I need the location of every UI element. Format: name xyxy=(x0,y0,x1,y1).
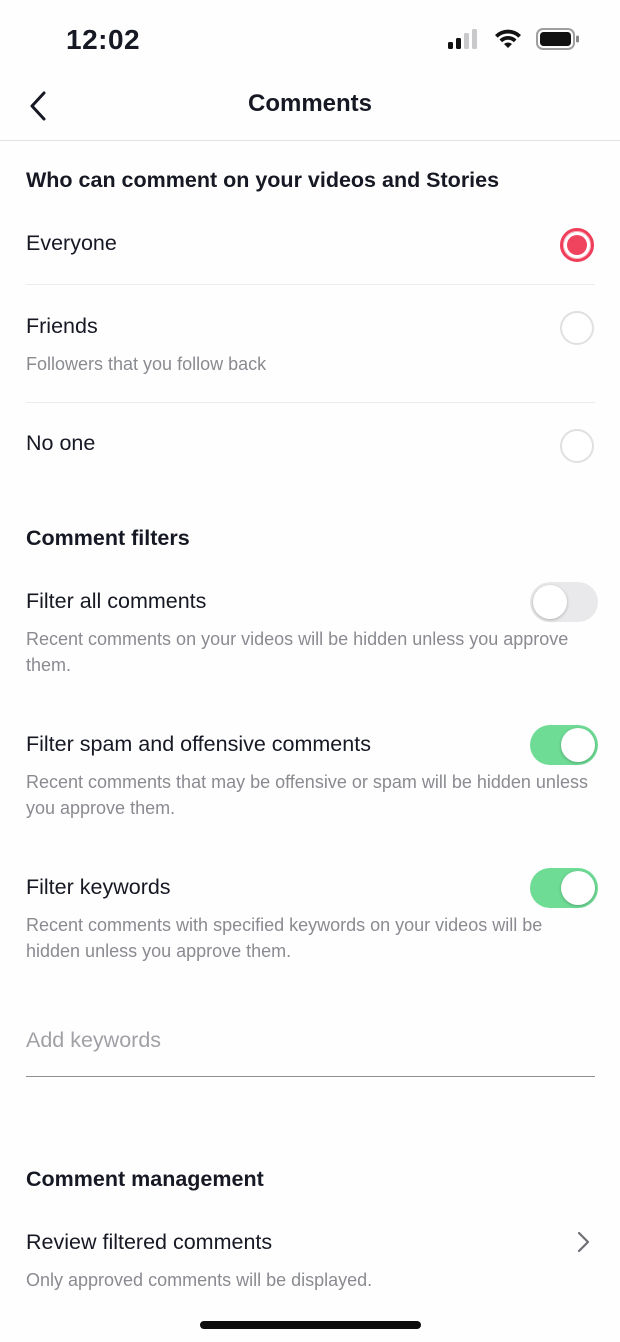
header: Comments xyxy=(0,70,620,141)
home-indicator xyxy=(200,1321,421,1329)
toggle-knob xyxy=(533,585,567,619)
keywords-input[interactable] xyxy=(26,1018,595,1053)
filter-keywords-toggle[interactable] xyxy=(530,868,598,908)
wifi-icon xyxy=(495,29,521,48)
divider xyxy=(26,402,595,403)
filter-label: Filter all comments xyxy=(26,589,207,613)
battery-icon xyxy=(536,28,579,50)
status-time: 12:02 xyxy=(66,24,141,55)
status-icons xyxy=(448,28,580,50)
radio-friends[interactable] xyxy=(560,311,594,345)
status-bar: 12:02 xyxy=(0,0,620,80)
radio-no-one[interactable] xyxy=(560,429,594,463)
toggle-knob xyxy=(561,728,595,762)
filter-description: Recent comments that may be offensive or… xyxy=(26,772,588,818)
filter-all-comments-toggle[interactable] xyxy=(530,582,598,622)
option-label: Everyone xyxy=(26,231,117,255)
comment-filters-title: Comment filters xyxy=(26,526,190,550)
filter-description: Recent comments with specified keywords … xyxy=(26,915,543,961)
option-label: No one xyxy=(26,431,96,455)
filter-description: Recent comments on your videos will be h… xyxy=(26,629,569,675)
divider xyxy=(26,284,595,285)
cellular-signal-icon xyxy=(448,29,477,49)
radio-everyone[interactable] xyxy=(560,228,594,262)
filter-label: Filter keywords xyxy=(26,875,171,899)
toggle-knob xyxy=(561,871,595,905)
option-label: Friends xyxy=(26,314,98,338)
who-can-comment-title: Who can comment on your videos and Stori… xyxy=(26,168,500,192)
filter-spam-toggle[interactable] xyxy=(530,725,598,765)
page-title: Comments xyxy=(247,90,373,117)
option-description: Followers that you follow back xyxy=(26,354,267,374)
keywords-input-wrapper xyxy=(26,1018,595,1077)
comment-management-title: Comment management xyxy=(26,1167,264,1191)
review-label: Review filtered comments xyxy=(26,1230,273,1254)
review-description: Only approved comments will be displayed… xyxy=(26,1270,373,1290)
filter-label: Filter spam and offensive comments xyxy=(26,732,371,756)
chevron-right-icon xyxy=(577,1231,590,1253)
